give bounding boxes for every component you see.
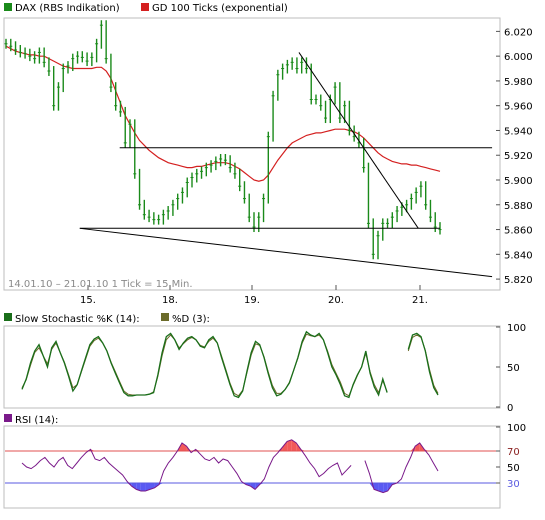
stochastic-lines: [21, 330, 439, 399]
price-y-tick-label: 5.840: [504, 250, 533, 261]
price-y-tick-label: 5.900: [504, 176, 533, 187]
date-x-tick-label: 15.: [80, 295, 96, 306]
rsi-panel-frame: [3, 425, 501, 509]
date-x-tick-label: 21.: [412, 295, 428, 306]
price-y-tick-label: 6.020: [504, 27, 533, 38]
ma-legend-swatch: [141, 3, 149, 11]
ma-legend-label: GD 100 Ticks (exponential): [152, 3, 288, 14]
price-legend-label: DAX (RBS Indikation): [15, 3, 120, 14]
stoch-d-legend-label: %D (3):: [172, 314, 210, 325]
stoch-y-tick-label: 0: [507, 403, 513, 414]
rsi-y-tick-label: 100: [507, 423, 526, 434]
rsi-legend-label: RSI (14):: [15, 415, 58, 426]
rsi-oversold-fill: [140, 483, 146, 491]
moving-average-line: [5, 45, 441, 182]
price-y-tick-label: 5.860: [504, 226, 533, 237]
moving-average-path: [5, 45, 441, 182]
price-y-tick-label: 6.000: [504, 52, 533, 63]
price-y-tick-label: 5.960: [504, 102, 533, 113]
rsi-fill-areas: [86, 439, 429, 493]
period-note: 14.01.10 – 21.01.10 1 Tick = 15 Min.: [8, 279, 193, 290]
date-x-tick-label: 20.: [328, 295, 344, 306]
price-bars: [4, 20, 442, 260]
date-x-tick-label: 18.: [162, 295, 178, 306]
stochastic-panel-frame: [3, 325, 501, 409]
trendlines: [79, 52, 493, 278]
stoch-k-legend-swatch: [4, 313, 12, 321]
stochastic-y-axis: 0 50 100: [496, 323, 526, 414]
stoch-y-tick-label: 50: [507, 363, 520, 374]
price-y-tick-label: 5.920: [504, 151, 533, 162]
rsi-y-tick-label: 70: [507, 447, 520, 458]
rsi-y-axis: 30 50 70 100: [496, 423, 526, 490]
price-y-tick-label: 5.820: [504, 275, 533, 286]
dax-chart: DAX (RBS Indikation) GD 100 Ticks (expon…: [3, 3, 533, 509]
price-legend-swatch: [4, 3, 12, 11]
price-y-tick-label: 5.880: [504, 201, 533, 212]
price-panel-frame: [3, 17, 501, 291]
price-y-tick-label: 5.940: [504, 126, 533, 137]
rsi-reference-lines: [5, 450, 499, 484]
trendline: [79, 227, 493, 278]
price-y-tick-label: 5.980: [504, 77, 533, 88]
stochastic-series-path: [21, 333, 439, 397]
stoch-d-legend-swatch: [161, 313, 169, 321]
rsi-y-tick-label: 30: [507, 479, 520, 490]
price-y-axis: 5.820 5.840 5.860 5.880 5.900 5.920 5.940 5.960…: [496, 27, 533, 286]
rsi-legend-swatch: [4, 414, 12, 422]
chart-stage: DAX (RBS Indikation) GD 100 Ticks (expon…: [0, 0, 545, 516]
stoch-k-legend-label: Slow Stochastic %K (14):: [15, 314, 140, 325]
date-x-tick-label: 19.: [244, 295, 260, 306]
trendline: [298, 52, 419, 229]
rsi-y-tick-label: 50: [507, 463, 520, 474]
stoch-y-tick-label: 100: [507, 323, 526, 334]
